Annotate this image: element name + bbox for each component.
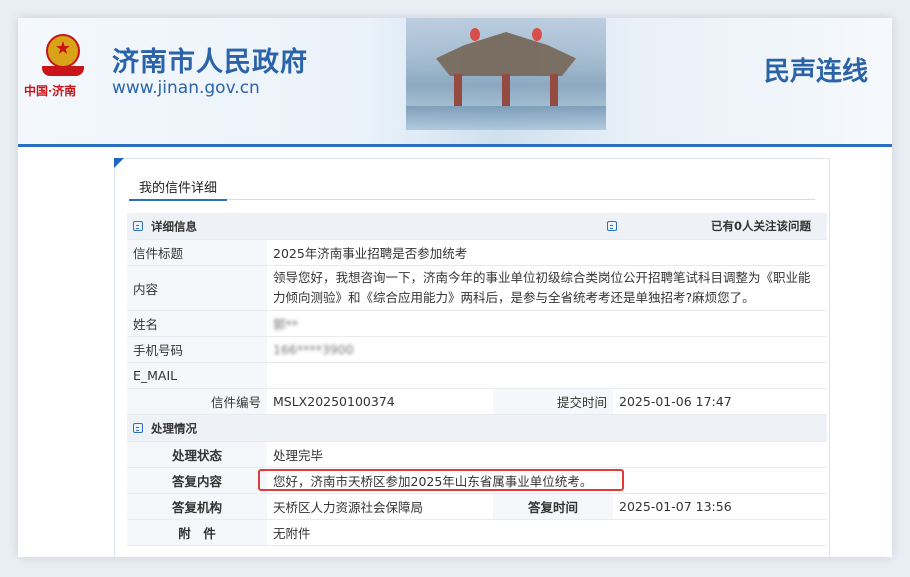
table-row: 内容 领导您好，我想咨询一下，济南今年的事业单位初级综合类岗位公开招聘笔试科目调… xyxy=(127,265,828,311)
table-row: 处理状态 处理完毕 xyxy=(127,441,828,468)
site-banner: ★ 中国·济南 济南市人民政府 www.jinan.gov.cn 民声连线 xyxy=(18,18,892,144)
page-frame: ★ 中国·济南 济南市人民政府 www.jinan.gov.cn 民声连线 我的… xyxy=(18,18,892,557)
table-row: 信件标题 2025年济南事业招聘是否参加统考 xyxy=(127,239,828,266)
document-icon xyxy=(133,221,143,232)
email-value xyxy=(267,362,828,389)
spring-water xyxy=(406,106,606,130)
lantern-icon xyxy=(532,28,542,41)
section-label: 详细信息 xyxy=(151,219,197,234)
corner-marker xyxy=(114,158,124,168)
pavilion-pillar xyxy=(454,74,462,108)
attachment-value: 无附件 xyxy=(267,519,828,546)
section-title[interactable]: 民声连线 xyxy=(764,51,868,88)
letter-number-value: MSLX20250100374 xyxy=(267,388,493,415)
submit-time-label: 提交时间 xyxy=(493,388,614,415)
phone-label: 手机号码 xyxy=(127,336,267,363)
pavilion-roof xyxy=(436,32,576,76)
table-row: 答复机构 天桥区人力资源社会保障局 答复时间 2025-01-07 13:56 xyxy=(127,493,828,520)
lantern-icon xyxy=(470,28,480,41)
email-label: E_MAIL xyxy=(127,362,267,389)
pavilion-pillar xyxy=(502,74,510,108)
org-value: 天桥区人力资源社会保障局 xyxy=(267,493,493,520)
table-row: 手机号码 166****3900 xyxy=(127,336,828,363)
name-value: 郭** xyxy=(273,317,299,332)
status-value: 处理完毕 xyxy=(267,441,828,468)
tab-bar: 我的信件详细 xyxy=(129,171,815,201)
org-label: 答复机构 xyxy=(127,493,267,520)
reply-time-label: 答复时间 xyxy=(493,493,614,520)
banner-scenery-image xyxy=(406,18,606,130)
table-row: 附 件 无附件 xyxy=(127,519,828,546)
site-url[interactable]: www.jinan.gov.cn xyxy=(112,78,260,98)
letter-number-label: 信件编号 xyxy=(127,388,267,415)
processing-section-header: 处理情况 xyxy=(127,414,828,442)
detail-section-header: 详细信息 已有0人关注该问题 xyxy=(127,213,828,240)
content-label: 内容 xyxy=(127,265,267,311)
city-logo-text: 中国·济南 xyxy=(24,84,77,98)
table-row: 信件编号 MSLX20250100374 提交时间 2025-01-06 17:… xyxy=(127,388,828,415)
detail-table: 详细信息 已有0人关注该问题 信件标题 2025年济南事业招聘是否参加统考 内容… xyxy=(127,213,828,546)
site-title[interactable]: 济南市人民政府 xyxy=(112,40,308,79)
name-label: 姓名 xyxy=(127,310,267,337)
national-emblem-icon: ★ xyxy=(42,34,84,80)
submit-time-value: 2025-01-06 17:47 xyxy=(613,388,828,415)
reply-highlight-box xyxy=(258,469,624,491)
content-value: 领导您好，我想咨询一下，济南今年的事业单位初级综合类岗位公开招聘笔试科目调整为《… xyxy=(267,265,828,311)
table-row: 姓名 郭** xyxy=(127,310,828,337)
header-divider xyxy=(18,144,892,147)
reply-label: 答复内容 xyxy=(127,467,267,494)
follow-icon[interactable] xyxy=(607,221,618,231)
processing-icon xyxy=(133,423,143,434)
reply-time-value: 2025-01-07 13:56 xyxy=(613,493,828,520)
title-label: 信件标题 xyxy=(127,239,267,266)
follow-count-text: 已有0人关注该问题 xyxy=(711,219,812,233)
attachment-label: 附 件 xyxy=(127,519,267,546)
title-value: 2025年济南事业招聘是否参加统考 xyxy=(267,239,828,266)
tab-my-letter-detail[interactable]: 我的信件详细 xyxy=(129,171,228,201)
table-row: E_MAIL xyxy=(127,362,828,389)
letter-detail-panel: 我的信件详细 详细信息 已有0人关注该问题 信件标题 2025年济南事业招聘是否… xyxy=(114,158,830,557)
status-label: 处理状态 xyxy=(127,441,267,468)
section-label: 处理情况 xyxy=(151,421,197,436)
phone-value: 166****3900 xyxy=(273,342,354,357)
pavilion-pillar xyxy=(550,74,558,108)
